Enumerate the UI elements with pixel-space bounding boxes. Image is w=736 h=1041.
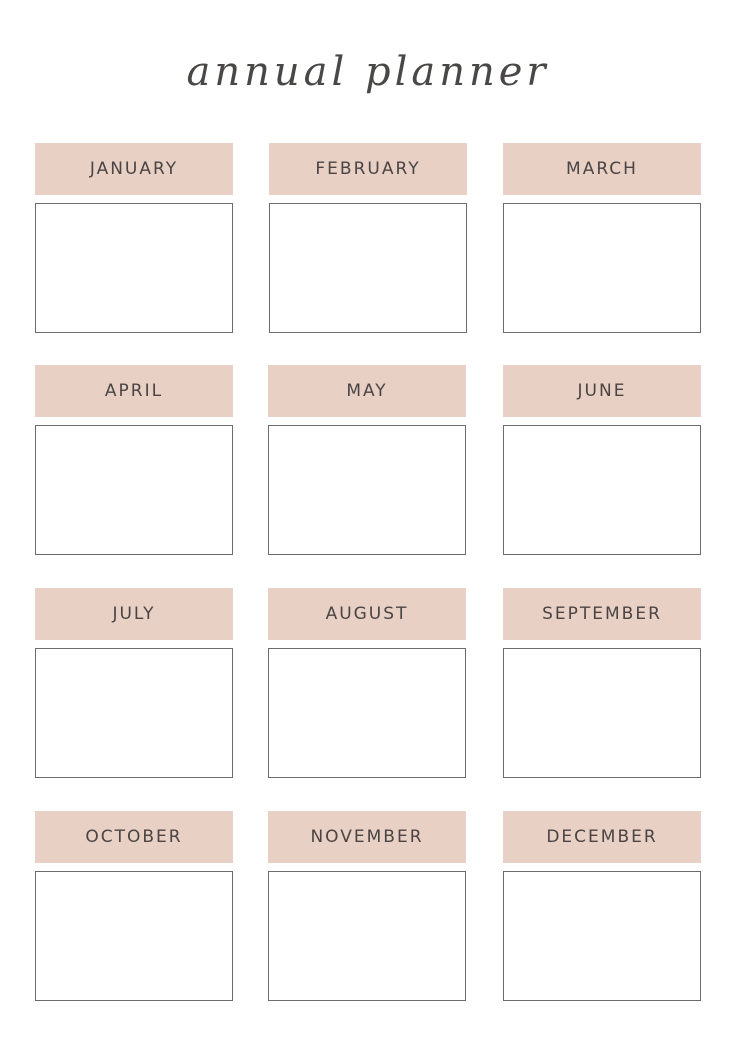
month-december: DECEMBER	[503, 811, 701, 1001]
month-notes-box[interactable]	[503, 648, 701, 778]
month-notes-box[interactable]	[503, 425, 701, 555]
month-label: NOVEMBER	[310, 827, 424, 847]
month-june: JUNE	[503, 365, 701, 555]
month-label: DECEMBER	[546, 827, 658, 847]
planner-page: annual planner JANUARY FEBRUARY MARCH AP…	[0, 0, 736, 1041]
month-march: MARCH	[503, 143, 701, 333]
month-september: SEPTEMBER	[503, 588, 701, 778]
month-april: APRIL	[35, 365, 233, 555]
month-label: MAY	[346, 381, 388, 401]
month-label: APRIL	[104, 381, 164, 401]
month-header: DECEMBER	[503, 811, 701, 863]
month-july: JULY	[35, 588, 233, 778]
month-header: MARCH	[503, 143, 701, 195]
month-header: JANUARY	[35, 143, 233, 195]
month-label: JULY	[112, 604, 156, 624]
month-february: FEBRUARY	[269, 143, 467, 333]
page-title: annual planner	[186, 49, 550, 95]
month-notes-box[interactable]	[35, 871, 233, 1001]
month-header: NOVEMBER	[268, 811, 466, 863]
month-october: OCTOBER	[35, 811, 233, 1001]
month-january: JANUARY	[35, 143, 233, 333]
month-header: AUGUST	[268, 588, 466, 640]
month-notes-box[interactable]	[268, 871, 466, 1001]
month-header: OCTOBER	[35, 811, 233, 863]
month-label: MARCH	[566, 159, 638, 179]
month-notes-box[interactable]	[35, 203, 233, 333]
month-august: AUGUST	[268, 588, 466, 778]
month-header: JULY	[35, 588, 233, 640]
month-header: SEPTEMBER	[503, 588, 701, 640]
month-header: FEBRUARY	[269, 143, 467, 195]
month-header: MAY	[268, 365, 466, 417]
month-notes-box[interactable]	[35, 425, 233, 555]
month-notes-box[interactable]	[268, 425, 466, 555]
month-header: APRIL	[35, 365, 233, 417]
month-label: OCTOBER	[85, 827, 183, 847]
month-header: JUNE	[503, 365, 701, 417]
month-may: MAY	[268, 365, 466, 555]
month-label: SEPTEMBER	[542, 604, 662, 624]
month-notes-box[interactable]	[268, 648, 466, 778]
month-notes-box[interactable]	[35, 648, 233, 778]
month-label: JANUARY	[89, 159, 179, 179]
month-notes-box[interactable]	[503, 203, 701, 333]
month-november: NOVEMBER	[268, 811, 466, 1001]
month-notes-box[interactable]	[269, 203, 467, 333]
month-label: AUGUST	[325, 604, 409, 624]
month-label: FEBRUARY	[315, 159, 421, 179]
month-notes-box[interactable]	[503, 871, 701, 1001]
month-label: JUNE	[577, 381, 627, 401]
